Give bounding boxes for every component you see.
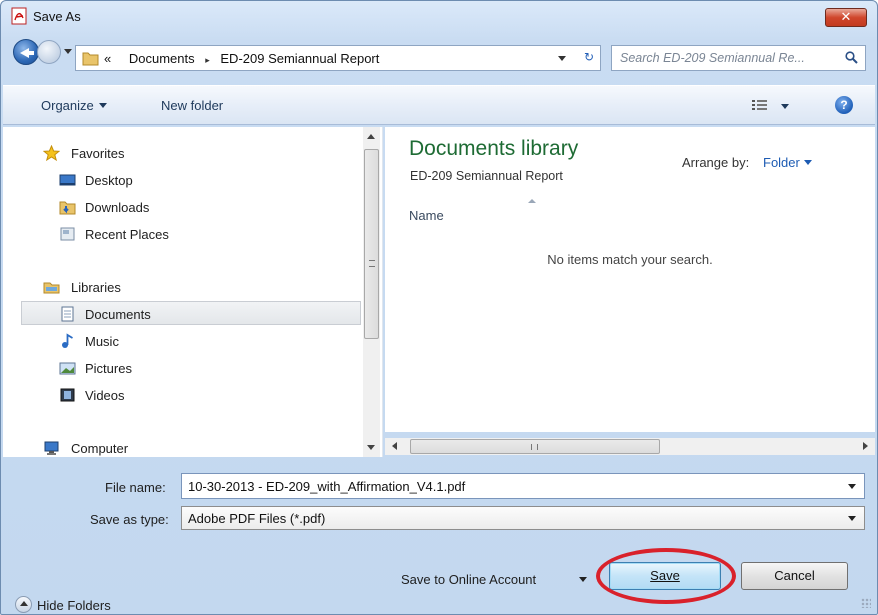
nav-item-desktop[interactable]: Desktop [3,168,361,192]
breadcrumb: « Documents ▸ ED-209 Semiannual Report [104,51,379,66]
nav-item-label: Downloads [85,200,150,215]
cancel-button[interactable]: Cancel [741,562,848,590]
breadcrumb-overflow[interactable]: « [104,51,111,66]
breadcrumb-documents[interactable]: Documents [129,51,195,66]
chevron-down-icon [803,160,812,165]
nav-item-label: Favorites [71,146,125,161]
chevron-down-icon [98,103,107,108]
music-icon [62,333,73,348]
nav-item-recent-places[interactable]: Recent Places [3,222,361,246]
nav-item-favorites[interactable]: Favorites [3,141,361,165]
nav-item-label: Computer [71,441,129,456]
address-bar[interactable]: « Documents ▸ ED-209 Semiannual Report ↻ [75,45,601,71]
nav-item-label: Pictures [85,361,132,376]
empty-state-message: No items match your search. [547,252,713,267]
scrollbar-thumb[interactable] [410,439,660,454]
save-as-type-select[interactable]: Adobe PDF Files (*.pdf) [181,506,865,530]
search-input[interactable]: Search ED-209 Semiannual Re... [611,45,866,71]
save-as-type-dropdown-icon[interactable] [848,516,856,521]
scroll-right-icon[interactable] [863,442,868,450]
nav-item-label: Documents [85,307,151,322]
title-bar: Save As ✕ [1,1,877,31]
library-subtitle: ED-209 Semiannual Report [410,169,563,183]
arrange-by-label: Arrange by: [682,155,750,170]
new-folder-button[interactable]: New folder [161,98,223,113]
nav-item-label: Videos [85,388,125,403]
folder-icon [82,52,99,66]
library-title: Documents library [409,137,579,160]
arrange-by-value: Folder [763,155,800,170]
scroll-left-icon[interactable] [392,442,397,450]
address-history-dropdown[interactable] [558,56,566,61]
file-list-pane: Documents library ED-209 Semiannual Repo… [385,127,875,432]
hide-folders-button[interactable]: Hide Folders [37,598,111,613]
save-button[interactable]: Save [609,562,721,590]
back-button[interactable] [13,39,39,65]
scrollbar-thumb[interactable] [364,149,379,339]
close-button[interactable]: ✕ [825,8,867,27]
window-title: Save As [33,9,81,24]
search-placeholder: Search ED-209 Semiannual Re... [620,51,805,65]
pictures-icon [59,362,76,375]
file-name-dropdown[interactable] [848,484,856,489]
resize-grip[interactable] [861,598,871,608]
libraries-icon [43,282,60,294]
star-icon [43,145,60,161]
arrange-by-dropdown[interactable]: Folder [763,155,812,170]
file-name-label: File name: [105,480,166,495]
scroll-down-icon[interactable] [367,445,375,450]
recent-places-icon [60,227,75,241]
save-button-label: Save [650,568,680,583]
online-account-dropdown-icon[interactable] [579,577,587,582]
navigation-scrollbar[interactable] [363,127,380,457]
scroll-up-icon[interactable] [367,134,375,139]
pdf-document-icon [11,7,27,25]
nav-item-documents[interactable]: Documents [21,301,361,325]
navigation-pane: Favorites Desktop Downloads Recent Place… [3,127,383,457]
breadcrumb-ed209-report[interactable]: ED-209 Semiannual Report [220,51,379,66]
sort-ascending-icon [528,199,536,203]
save-as-type-label: Save as type: [90,512,169,527]
column-header-name[interactable]: Name [409,208,444,223]
help-icon[interactable]: ? [835,96,853,114]
organize-menu[interactable]: Organize [41,98,107,113]
videos-icon [60,388,75,402]
nav-item-label: Recent Places [85,227,169,242]
organize-label: Organize [41,98,94,113]
nav-item-libraries[interactable]: Libraries [3,275,361,299]
nav-item-pictures[interactable]: Pictures [3,356,361,380]
nav-item-label: Libraries [71,280,121,295]
refresh-icon[interactable]: ↻ [584,50,594,64]
desktop-icon [59,174,76,186]
save-as-dialog: Save As ✕ « Documents ▸ ED-209 Semiannua… [0,0,878,615]
nav-item-downloads[interactable]: Downloads [3,195,361,219]
nav-item-label: Music [85,334,119,349]
downloads-folder-icon [59,201,76,215]
file-list-scrollbar[interactable] [385,438,875,455]
forward-button[interactable] [37,40,61,64]
command-bar: Organize New folder ? [3,85,875,125]
documents-icon [61,306,74,322]
computer-icon [44,441,59,455]
breadcrumb-separator: ▸ [205,55,210,65]
search-icon[interactable] [845,51,858,64]
recent-pages-dropdown[interactable] [64,49,72,54]
grip-icon [531,444,538,450]
nav-item-computer[interactable]: Computer [3,436,361,457]
view-details-icon [752,100,767,110]
file-name-field[interactable] [181,473,865,499]
nav-item-videos[interactable]: Videos [3,383,361,407]
nav-item-label: Desktop [85,173,133,188]
hide-folders-icon[interactable] [15,596,32,613]
change-view-button[interactable] [752,99,790,113]
grip-icon [369,260,375,267]
nav-item-music[interactable]: Music [3,329,361,353]
chevron-down-icon [781,104,790,109]
save-to-online-account-button[interactable]: Save to Online Account [401,572,536,587]
